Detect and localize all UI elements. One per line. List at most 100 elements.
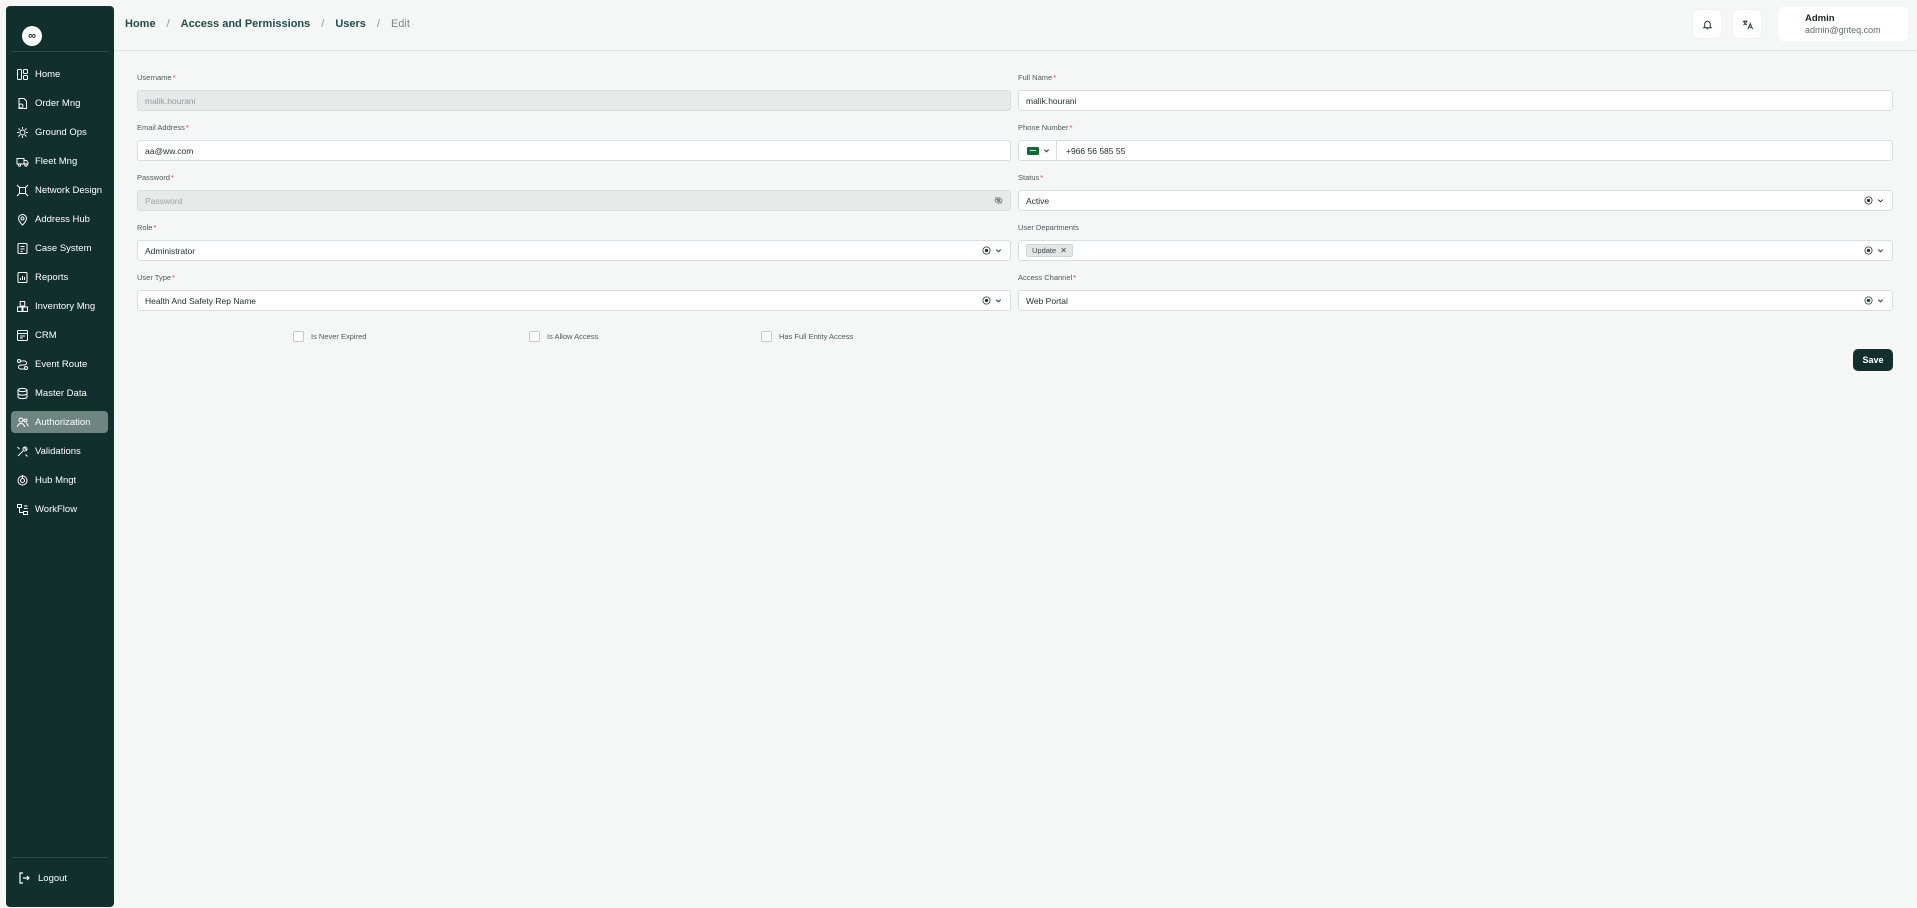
sidebar-item-label: Inventory Mng <box>35 300 96 312</box>
app-logo[interactable]: ∞ <box>14 18 50 54</box>
breadcrumb: Home / Access and Permissions / Users / … <box>125 18 410 30</box>
sidebar-item-ground-ops[interactable]: Ground Ops <box>11 121 108 143</box>
sidebar-item-master-data[interactable]: Master Data <box>11 382 108 404</box>
email-field[interactable]: aa@ww.com <box>137 140 1011 161</box>
breadcrumb-edit: Edit <box>390 18 410 30</box>
user-profile[interactable]: Admin admin@gnteq.com <box>1778 7 1908 41</box>
chevron-down-icon[interactable] <box>1876 296 1885 305</box>
sidebar-item-network-design[interactable]: Network Design <box>11 179 108 201</box>
sidebar-item-event-route[interactable]: Event Route <box>11 353 108 375</box>
breadcrumb-separator: / <box>321 18 325 30</box>
sidebar-divider <box>12 51 108 52</box>
password-label: Password* <box>137 173 174 182</box>
sidebar-item-inventory-mng[interactable]: Inventory Mng <box>11 295 108 317</box>
full-entity-option: Has Full Entity Access <box>761 331 853 342</box>
chevron-down-icon[interactable] <box>1876 196 1885 205</box>
breadcrumb-separator: / <box>376 18 380 30</box>
chevron-down-icon[interactable] <box>994 296 1003 305</box>
logout-icon <box>19 872 30 884</box>
sidebar-item-crm[interactable]: CRM <box>11 324 108 346</box>
save-button[interactable]: Save <box>1853 349 1893 371</box>
user-type-select[interactable]: Health And Safety Rep Name <box>137 290 1011 311</box>
clear-circle-icon[interactable] <box>982 296 991 305</box>
sidebar-item-label: Hub Mngt <box>35 474 77 486</box>
breadcrumb-home[interactable]: Home <box>125 18 156 30</box>
sidebar-item-label: Master Data <box>35 387 87 399</box>
user-name: Admin <box>1805 13 1835 24</box>
sidebar-nav: Home Order Mng Ground Ops Fleet Mng Network … <box>11 63 108 527</box>
sidebar-item-label: Event Route <box>35 358 88 370</box>
sidebar-item-label: Reports <box>35 271 69 283</box>
sidebar-item-label: Network Design <box>35 184 103 196</box>
chevron-down-icon[interactable] <box>994 246 1003 255</box>
phone-label: Phone Number* <box>1018 123 1073 132</box>
logout-button[interactable]: Logout <box>18 872 67 884</box>
phone-field[interactable]: +966 56 585 55 <box>1018 140 1893 161</box>
clear-circle-icon[interactable] <box>982 246 991 255</box>
sidebar-item-label: Ground Ops <box>35 126 87 138</box>
sidebar-item-label: Fleet Mng <box>35 155 78 167</box>
allow-access-option: Is Allow Access <box>529 331 598 342</box>
full-name-label: Full Name* <box>1018 73 1057 82</box>
allow-access-checkbox[interactable] <box>529 331 540 342</box>
logo-icon: ∞ <box>22 26 42 46</box>
sidebar-item-workflow[interactable]: WorkFlow <box>11 498 108 520</box>
top-header: Home / Access and Permissions / Users / … <box>114 0 1917 51</box>
translate-icon <box>1742 19 1753 29</box>
password-field[interactable]: Password <box>137 190 1011 211</box>
role-select[interactable]: Administrator <box>137 240 1011 261</box>
country-code-select[interactable] <box>1019 141 1057 160</box>
full-name-field[interactable]: malik.hourani <box>1018 90 1893 111</box>
full-entity-checkbox[interactable] <box>761 331 772 342</box>
sidebar-item-validations[interactable]: Validations <box>11 440 108 462</box>
chevron-down-icon[interactable] <box>1876 246 1885 255</box>
access-channel-label: Access Channel* <box>1018 273 1077 282</box>
sidebar-item-order-mng[interactable]: Order Mng <box>11 92 108 114</box>
phone-value: +966 56 585 55 <box>1066 146 1126 156</box>
location-icon <box>16 213 29 226</box>
language-button[interactable] <box>1733 10 1761 38</box>
route-icon <box>16 358 29 371</box>
status-label: Status* <box>1018 173 1044 182</box>
database-icon <box>16 387 29 400</box>
sidebar-item-home[interactable]: Home <box>11 63 108 85</box>
never-expired-option: Is Never Expired <box>293 331 366 342</box>
sidebar-item-address-hub[interactable]: Address Hub <box>11 208 108 230</box>
eye-off-icon <box>994 197 1003 204</box>
never-expired-checkbox[interactable] <box>293 331 304 342</box>
workflow-icon <box>16 503 29 516</box>
sidebar-item-fleet-mng[interactable]: Fleet Mng <box>11 150 108 172</box>
sidebar-item-label: WorkFlow <box>35 503 78 515</box>
access-channel-select[interactable]: Web Portal <box>1018 290 1893 311</box>
network-icon <box>16 184 29 197</box>
crm-icon <box>16 329 29 342</box>
departments-label: User Departments <box>1018 223 1079 232</box>
breadcrumb-users[interactable]: Users <box>335 18 366 30</box>
email-label: Email Address* <box>137 123 189 132</box>
sidebar-item-label: Validations <box>35 445 81 457</box>
clear-circle-icon[interactable] <box>1864 246 1873 255</box>
sidebar-item-hub-mngt[interactable]: Hub Mngt <box>11 469 108 491</box>
toggle-password-visibility[interactable] <box>991 196 1003 205</box>
case-icon <box>16 242 29 255</box>
sidebar-item-label: Home <box>35 68 61 80</box>
clear-circle-icon[interactable] <box>1864 196 1873 205</box>
breadcrumb-access-permissions[interactable]: Access and Permissions <box>181 18 311 30</box>
username-field[interactable]: malik.hourani <box>137 90 1011 111</box>
sidebar-item-case-system[interactable]: Case System <box>11 237 108 259</box>
breadcrumb-separator: / <box>166 18 170 30</box>
sidebar-item-label: Address Hub <box>35 213 90 225</box>
sidebar-divider <box>12 857 108 858</box>
departments-select[interactable]: Update ✕ <box>1018 240 1893 261</box>
sidebar-item-authorization[interactable]: Authorization <box>11 411 108 433</box>
remove-chip-icon[interactable]: ✕ <box>1060 246 1067 255</box>
reports-icon <box>16 271 29 284</box>
sidebar-item-label: Case System <box>35 242 92 254</box>
user-type-label: User Type* <box>137 273 175 282</box>
hub-icon <box>16 474 29 487</box>
sidebar-item-reports[interactable]: Reports <box>11 266 108 288</box>
clear-circle-icon[interactable] <box>1864 296 1873 305</box>
notifications-button[interactable] <box>1693 10 1721 38</box>
status-select[interactable]: Active <box>1018 190 1893 211</box>
truck-icon <box>16 155 29 168</box>
